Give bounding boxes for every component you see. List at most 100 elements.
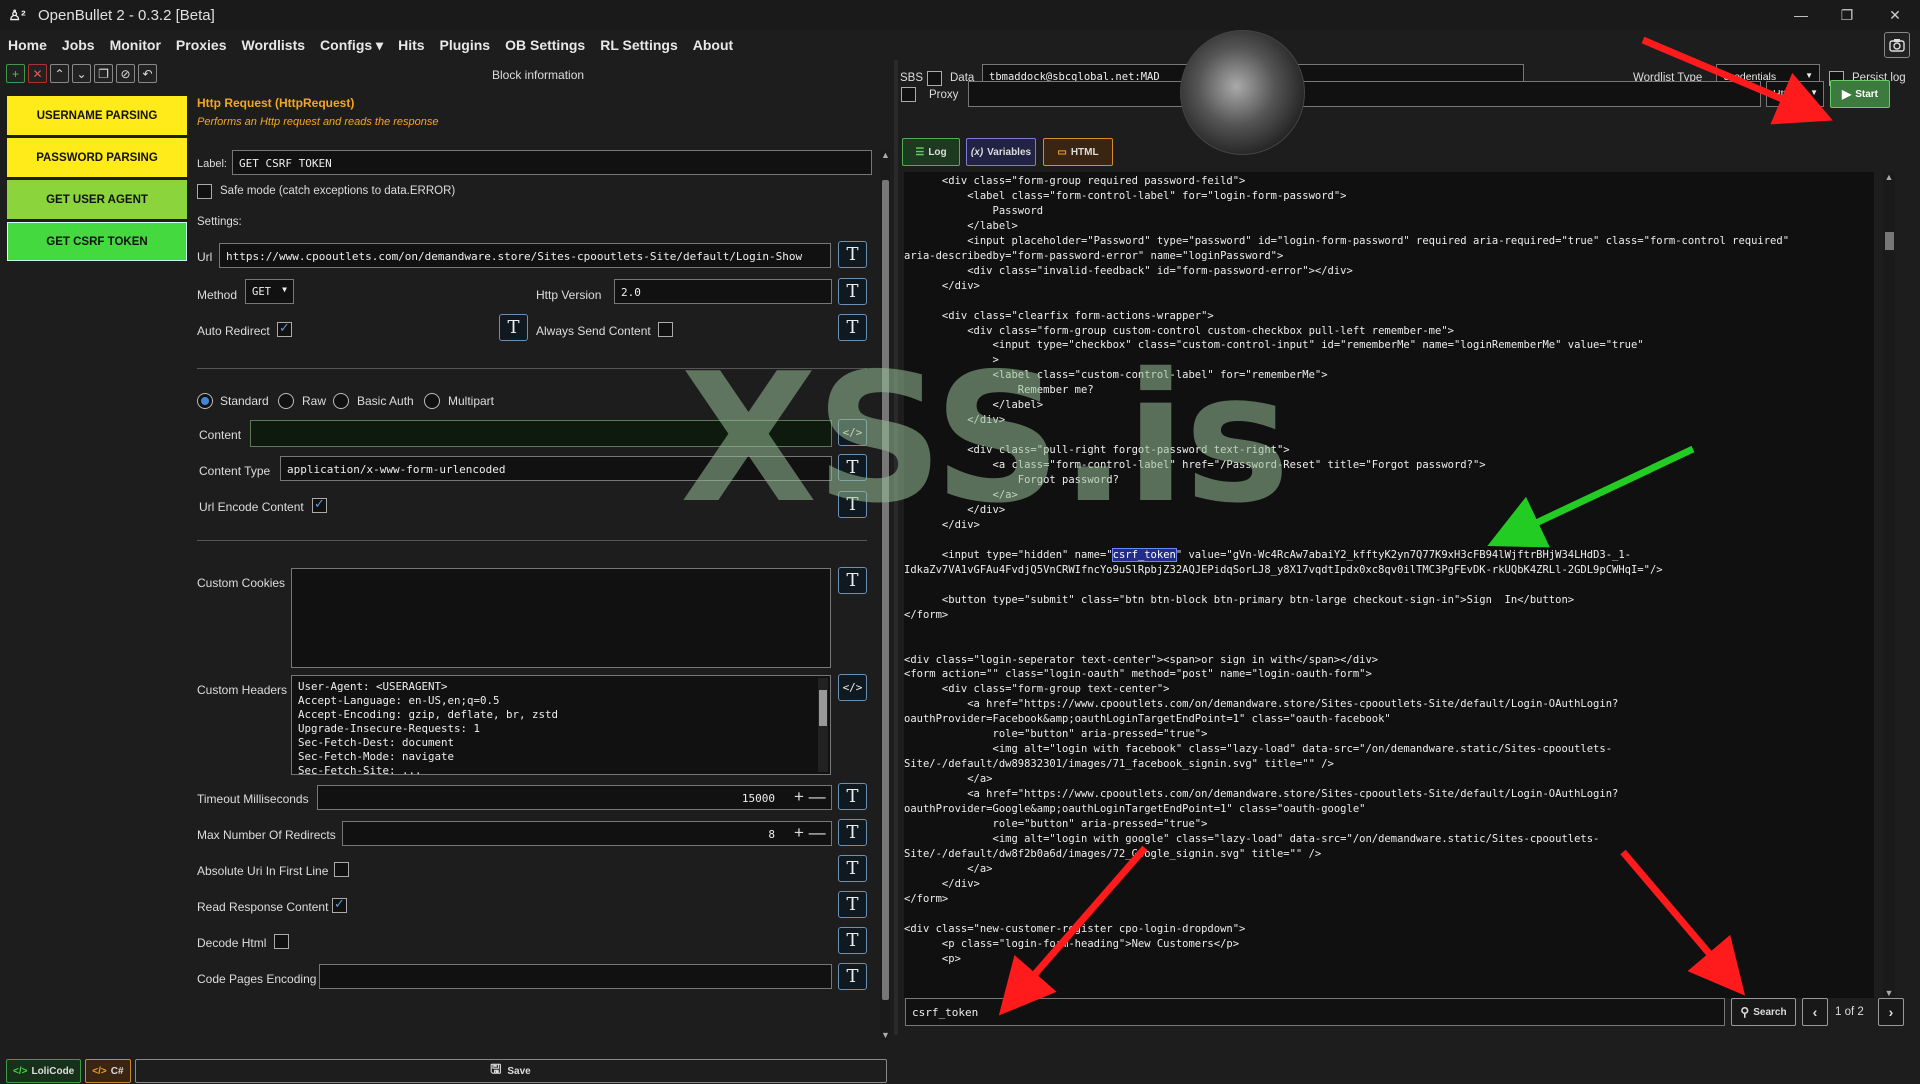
proxy-input[interactable] bbox=[968, 81, 1761, 107]
close-icon[interactable]: ✕ bbox=[1884, 4, 1906, 26]
previous-match-button[interactable]: ‹ bbox=[1802, 998, 1828, 1026]
label-input[interactable]: GET CSRF TOKEN bbox=[232, 150, 872, 175]
scroll-up-icon[interactable]: ▲ bbox=[1883, 172, 1895, 182]
url-interpolation-toggle[interactable]: T bbox=[838, 241, 867, 268]
csharp-button[interactable]: </> C# bbox=[85, 1059, 131, 1083]
method-select[interactable]: GET ▼ bbox=[245, 279, 294, 304]
absolute-uri-interpolation-toggle[interactable]: T bbox=[838, 855, 867, 882]
http-version-input[interactable]: 2.0 bbox=[614, 279, 832, 304]
save-label: Save bbox=[507, 1065, 531, 1077]
headers-scrollbar[interactable] bbox=[818, 678, 828, 772]
code-line: <a href="https://www.cpooutlets.com/on/d… bbox=[904, 788, 1619, 801]
code-line: <img alt="login with facebook" class="la… bbox=[904, 743, 1613, 756]
read-response-checkbox[interactable] bbox=[332, 896, 347, 913]
next-match-button[interactable]: › bbox=[1878, 998, 1904, 1026]
menu-item-configs[interactable]: Configs ▾ bbox=[320, 37, 383, 54]
tab-log[interactable]: ☰ Log bbox=[902, 138, 960, 166]
disable-block-icon[interactable]: ⊘ bbox=[116, 64, 135, 83]
camera-icon[interactable] bbox=[1884, 32, 1910, 58]
auto-redirect-interpolation-toggle[interactable]: T bbox=[838, 314, 867, 341]
url-input[interactable]: https://www.cpooutlets.com/on/demandware… bbox=[219, 243, 831, 268]
http-version-interpolation-toggle[interactable]: T bbox=[838, 278, 867, 305]
timeout-stepper[interactable]: + — bbox=[794, 787, 826, 807]
code-line: </div> bbox=[904, 414, 1006, 427]
read-response-interpolation-toggle[interactable]: T bbox=[838, 891, 867, 918]
scrollbar-thumb[interactable] bbox=[1885, 232, 1894, 250]
max-redirects-interpolation-toggle[interactable]: T bbox=[838, 819, 867, 846]
move-up-icon[interactable]: ⌃ bbox=[50, 64, 69, 83]
scroll-up-icon[interactable]: ▲ bbox=[881, 150, 890, 160]
block-username-parsing[interactable]: USERNAME PARSING bbox=[7, 96, 187, 135]
menu-item-jobs[interactable]: Jobs bbox=[62, 37, 95, 53]
chevron-down-icon: ▼ bbox=[282, 285, 287, 294]
tab-variables[interactable]: (x) Variables bbox=[966, 138, 1036, 166]
always-send-interpolation-toggle[interactable]: T bbox=[499, 314, 528, 341]
block-description: Performs an Http request and reads the r… bbox=[197, 116, 439, 128]
undo-icon[interactable]: ↶ bbox=[138, 64, 157, 83]
code-pages-interpolation-toggle[interactable]: T bbox=[838, 963, 867, 990]
save-button[interactable]: 🖫 Save bbox=[134, 1059, 887, 1083]
mode-multipart-radio[interactable] bbox=[424, 393, 440, 409]
block-password-parsing[interactable]: PASSWORD PARSING bbox=[7, 138, 187, 177]
move-down-icon[interactable]: ⌄ bbox=[72, 64, 91, 83]
menu-item-proxies[interactable]: Proxies bbox=[176, 37, 227, 53]
custom-cookies-interpolation-toggle[interactable]: T bbox=[838, 567, 867, 594]
menu-item-home[interactable]: Home bbox=[8, 37, 47, 53]
content-type-interpolation-toggle[interactable]: T bbox=[838, 454, 867, 481]
lolicode-button[interactable]: </> LoliCode bbox=[6, 1059, 82, 1083]
scroll-down-icon[interactable]: ▼ bbox=[1883, 988, 1895, 998]
code-pages-input[interactable] bbox=[319, 964, 832, 989]
block-get-user-agent[interactable]: GET USER AGENT bbox=[7, 180, 187, 219]
menu-item-monitor[interactable]: Monitor bbox=[110, 37, 161, 53]
scroll-down-icon[interactable]: ▼ bbox=[881, 1030, 890, 1040]
search-input[interactable]: csrf_token bbox=[905, 998, 1725, 1026]
max-redirects-stepper[interactable]: + — bbox=[794, 823, 826, 843]
proxy-checkbox[interactable] bbox=[901, 87, 916, 102]
timeout-interpolation-toggle[interactable]: T bbox=[838, 783, 867, 810]
menu-item-about[interactable]: About bbox=[693, 37, 733, 53]
window-icon: ▭ bbox=[1057, 146, 1067, 158]
custom-headers-input[interactable]: User-Agent: <USERAGENT> Accept-Language:… bbox=[291, 675, 831, 775]
content-editor-icon[interactable]: </> bbox=[838, 419, 867, 446]
decode-html-checkbox[interactable] bbox=[274, 934, 289, 949]
sbs-checkbox[interactable] bbox=[927, 71, 942, 86]
response-scrollbar[interactable]: ▲ ▼ bbox=[1883, 172, 1895, 998]
menu-item-rl-settings[interactable]: RL Settings bbox=[600, 37, 678, 53]
mode-standard-radio[interactable] bbox=[197, 393, 213, 409]
mode-raw-radio[interactable] bbox=[278, 393, 294, 409]
content-input[interactable] bbox=[250, 420, 832, 447]
max-redirects-input[interactable]: 8 bbox=[342, 821, 832, 846]
block-get-csrf-token[interactable]: GET CSRF TOKEN bbox=[7, 222, 187, 261]
menu-item-hits[interactable]: Hits bbox=[398, 37, 424, 53]
menu-item-plugins[interactable]: Plugins bbox=[440, 37, 491, 53]
menu-item-ob-settings[interactable]: OB Settings bbox=[505, 37, 585, 53]
search-button[interactable]: ⚲ Search bbox=[1731, 998, 1796, 1026]
label-caption: Label: bbox=[197, 158, 227, 170]
clone-block-icon[interactable]: ❐ bbox=[94, 64, 113, 83]
proxy-type-select[interactable]: Http ▼ bbox=[1766, 81, 1824, 107]
remove-block-icon[interactable]: ✕ bbox=[28, 64, 47, 83]
safe-mode-checkbox[interactable] bbox=[197, 184, 212, 199]
headers-editor-icon[interactable]: </> bbox=[838, 674, 867, 701]
auto-redirect-checkbox[interactable] bbox=[277, 320, 292, 337]
maximize-icon[interactable]: ❐ bbox=[1836, 4, 1858, 26]
add-block-icon[interactable]: + bbox=[6, 64, 25, 83]
mode-basic-auth-radio[interactable] bbox=[333, 393, 349, 409]
always-send-content-checkbox[interactable] bbox=[658, 322, 673, 337]
start-button[interactable]: ▶ Start bbox=[1830, 80, 1890, 108]
html-response-viewer[interactable]: <div class="form-group required password… bbox=[904, 172, 1874, 998]
mode-raw-label: Raw bbox=[302, 394, 327, 408]
scrollbar-thumb[interactable] bbox=[882, 180, 889, 1000]
url-encode-interpolation-toggle[interactable]: T bbox=[838, 491, 867, 518]
menu-item-wordlists[interactable]: Wordlists bbox=[242, 37, 306, 53]
minimize-icon[interactable]: — bbox=[1790, 4, 1812, 26]
decode-html-interpolation-toggle[interactable]: T bbox=[838, 927, 867, 954]
absolute-uri-checkbox[interactable] bbox=[334, 862, 349, 877]
url-encode-content-checkbox[interactable] bbox=[312, 496, 327, 513]
custom-cookies-input[interactable] bbox=[291, 568, 831, 668]
tab-html[interactable]: ▭ HTML bbox=[1043, 138, 1113, 166]
content-type-input[interactable]: application/x-www-form-urlencoded bbox=[280, 456, 832, 481]
timeout-input[interactable]: 15000 bbox=[317, 785, 832, 810]
app-logo: ♙² bbox=[8, 7, 26, 23]
properties-scrollbar[interactable]: ▲ ▼ bbox=[880, 150, 890, 1040]
